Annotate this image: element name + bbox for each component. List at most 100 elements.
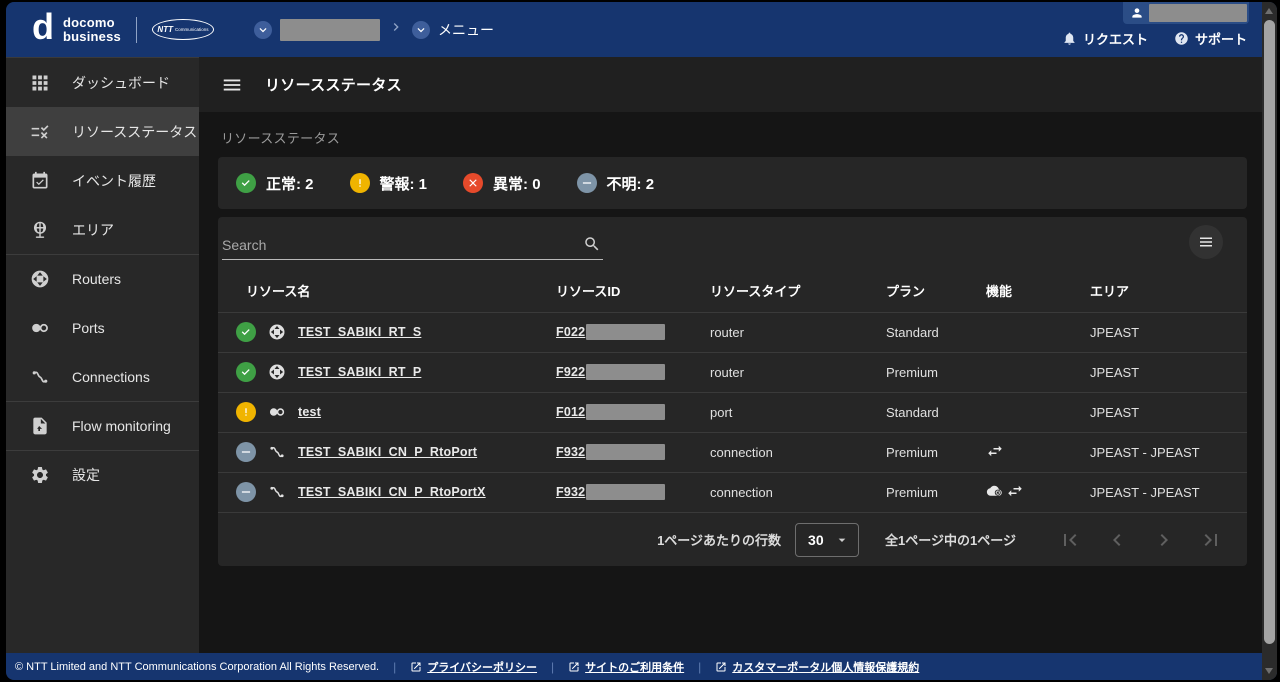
functions-cell [986, 432, 1090, 472]
area-cell: JPEAST [1090, 312, 1247, 352]
external-link-icon [410, 661, 422, 673]
external-link-icon [715, 661, 727, 673]
sidebar-item-event-history[interactable]: イベント履歴 [6, 156, 199, 205]
external-link-icon [568, 661, 580, 673]
footer-link[interactable]: カスタマーポータル個人情報保護規約 [715, 659, 919, 675]
sidebar-item-resource-status[interactable]: リソースステータス [6, 107, 199, 156]
sidebar-item-routers[interactable]: Routers [6, 254, 199, 303]
resource-name-link[interactable]: TEST_SABIKI_CN_P_RtoPortX [298, 485, 486, 499]
redacted-resource-id [586, 484, 665, 500]
next-page-icon[interactable] [1152, 528, 1176, 552]
sidebar-item-label: エリア [72, 220, 114, 240]
sidebar-item-label: イベント履歴 [72, 171, 156, 191]
chevron-down-icon[interactable] [412, 21, 430, 39]
table-controls [218, 217, 1247, 260]
sidebar-item-settings[interactable]: 設定 [6, 450, 199, 499]
resource-type-cell: port [710, 392, 886, 432]
breadcrumb-menu-item[interactable]: メニュー [438, 20, 494, 40]
footer-separator: | [551, 660, 554, 674]
warning-status-icon [350, 173, 370, 193]
resource-id-link[interactable]: F012 [556, 405, 585, 419]
column-filter-button[interactable] [1189, 225, 1223, 259]
sidebar-item-flow-monitoring[interactable]: Flow monitoring [6, 401, 199, 450]
last-page-icon[interactable] [1199, 528, 1223, 552]
docomo-d-logo: d [32, 13, 54, 40]
docomo-business-wordmark: docomo business [63, 16, 121, 43]
previous-page-icon[interactable] [1105, 528, 1129, 552]
support-button[interactable]: サポート [1174, 29, 1247, 48]
first-page-icon[interactable] [1058, 528, 1082, 552]
rows-per-page-select[interactable]: 30 [795, 523, 859, 557]
router-icon [268, 323, 286, 341]
status-chip-error: 異常: 0 [463, 173, 541, 194]
column-header: エリア [1090, 270, 1247, 312]
ports-icon [268, 403, 286, 421]
sidebar-item-area[interactable]: エリア [6, 205, 199, 254]
router-icon [268, 363, 286, 381]
redacted-resource-id [586, 324, 665, 340]
status-chip-label: 正常: 2 [266, 173, 314, 194]
scroll-up-arrow-icon[interactable] [1265, 8, 1273, 14]
page-title: リソースステータス [265, 74, 402, 95]
resource-type-cell: router [710, 312, 886, 352]
menu-icon[interactable] [221, 74, 243, 96]
resource-name-link[interactable]: TEST_SABIKI_RT_P [298, 365, 421, 379]
sidebar-item-label: Flow monitoring [72, 418, 171, 434]
vertical-scrollbar[interactable] [1262, 2, 1277, 680]
column-header: リソース名 [218, 270, 556, 312]
dashboard-grid-icon [30, 73, 50, 93]
resource-name-link[interactable]: TEST_SABIKI_RT_S [298, 325, 421, 339]
search-box [222, 231, 603, 260]
app-footer: © NTT Limited and NTT Communications Cor… [6, 653, 1277, 680]
copyright-text: © NTT Limited and NTT Communications Cor… [15, 661, 379, 673]
resource-id-link[interactable]: F022 [556, 325, 585, 339]
scrollbar-thumb[interactable] [1264, 20, 1275, 644]
plan-cell: Standard [886, 312, 986, 352]
swap-arrows-icon [1006, 482, 1024, 500]
sidebar-item-label: 設定 [72, 465, 100, 485]
footer-link[interactable]: プライバシーポリシー [410, 659, 537, 675]
table-row: TEST_SABIKI_RT_PF922routerPremiumJPEAST [218, 352, 1247, 392]
event-calendar-icon [30, 171, 50, 191]
resource-type-cell: connection [710, 472, 886, 512]
footer-separator: | [393, 660, 396, 674]
redacted-account-name [280, 19, 380, 41]
sidebar-item-label: Routers [72, 271, 121, 287]
requests-button[interactable]: リクエスト [1062, 29, 1148, 48]
footer-separator: | [698, 660, 701, 674]
normal-status-icon [236, 362, 256, 382]
plan-cell: Premium [886, 432, 986, 472]
normal-status-icon [236, 173, 256, 193]
status-chip-label: 不明: 2 [607, 173, 655, 194]
user-account-chip[interactable] [1123, 2, 1249, 24]
sidebar-item-label: リソースステータス [72, 122, 197, 142]
redacted-resource-id [586, 444, 665, 460]
unknown-status-icon [577, 173, 597, 193]
sidebar-item-ports[interactable]: Ports [6, 303, 199, 352]
router-icon [30, 269, 50, 289]
redacted-user-name [1149, 4, 1247, 22]
column-header: 機能 [986, 270, 1090, 312]
search-icon[interactable] [583, 235, 601, 253]
chevron-down-icon[interactable] [254, 21, 272, 39]
footer-link[interactable]: サイトのご利用条件 [568, 659, 684, 675]
redacted-resource-id [586, 404, 665, 420]
breadcrumb: メニュー [254, 19, 494, 41]
page-content: リソースステータス 正常: 2警報: 1異常: 0不明: 2 [199, 112, 1262, 653]
resource-id-link[interactable]: F932 [556, 485, 585, 499]
area-cell: JPEAST - JPEAST [1090, 432, 1247, 472]
rows-per-page-label: 1ページあたりの行数 [657, 530, 781, 549]
status-summary-card: 正常: 2警報: 1異常: 0不明: 2 [218, 157, 1247, 209]
sidebar-item-dashboard[interactable]: ダッシュボード [6, 58, 199, 107]
resource-name-link[interactable]: TEST_SABIKI_CN_P_RtoPort [298, 445, 477, 459]
status-chip-label: 異常: 0 [493, 173, 541, 194]
brand-logo: d docomo business NTTCommunications [32, 16, 214, 43]
resource-name-link[interactable]: test [298, 405, 321, 419]
search-input[interactable] [222, 237, 583, 253]
app-header: d docomo business NTTCommunications メニュー [6, 2, 1277, 57]
sidebar-item-connections[interactable]: Connections [6, 352, 199, 401]
resource-id-link[interactable]: F922 [556, 365, 585, 379]
status-chip-unknown: 不明: 2 [577, 173, 655, 194]
resource-id-link[interactable]: F932 [556, 445, 585, 459]
scroll-down-arrow-icon[interactable] [1265, 668, 1273, 674]
